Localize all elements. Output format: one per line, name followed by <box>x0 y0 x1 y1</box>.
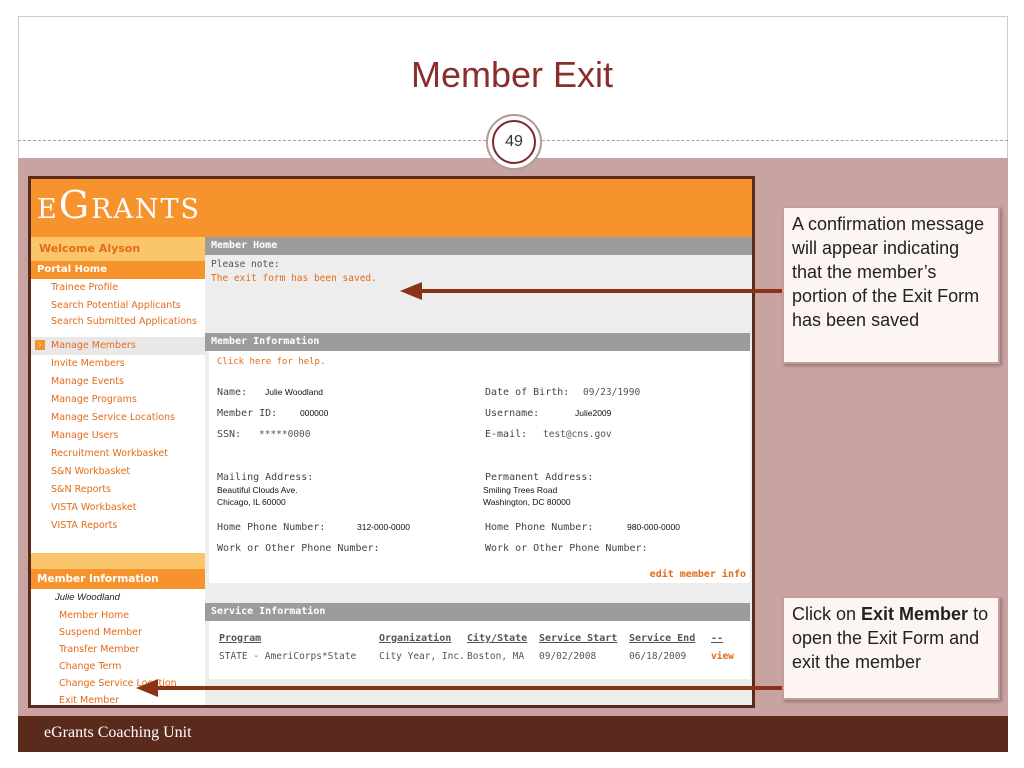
mailing-address-line2: Chicago, IL 60000 <box>217 497 286 507</box>
sidebar-item-sn-reports[interactable]: S&N Reports <box>31 481 205 499</box>
divider-right <box>542 140 1008 141</box>
ssn-value: *****0000 <box>259 429 311 440</box>
footer-text: eGrants Coaching Unit <box>44 724 192 741</box>
dob-value: 09/23/1990 <box>583 387 641 398</box>
member-item-exit-member[interactable]: Exit Member <box>31 692 205 705</box>
sidebar-item-invite-members[interactable]: Invite Members <box>31 355 205 373</box>
cell-service-start: 09/02/2008 <box>539 651 597 662</box>
sidebar-item-recruitment-workbasket[interactable]: Recruitment Workbasket <box>31 445 205 463</box>
main-content: Member Home Please note: The exit form h… <box>205 237 752 705</box>
note-label: Please note: <box>211 259 280 270</box>
divider-left <box>18 140 486 141</box>
sidebar-item-search-potential-applicants[interactable]: Search Potential Applicants <box>31 297 205 315</box>
permanent-home-phone-label: Home Phone Number: <box>485 522 594 533</box>
sidebar-item-manage-programs[interactable]: Manage Programs <box>31 391 205 409</box>
permanent-work-phone-label: Work or Other Phone Number: <box>485 543 648 554</box>
sidebar-item-sn-workbasket[interactable]: S&N Workbasket <box>31 463 205 481</box>
column-service-start[interactable]: Service Start <box>539 633 617 644</box>
sidebar-spacer-band <box>31 553 205 569</box>
page-number: 49 <box>492 120 536 164</box>
sidebar-item-vista-reports[interactable]: VISTA Reports <box>31 517 205 535</box>
member-item-transfer-member[interactable]: Transfer Member <box>31 641 205 658</box>
email-label: E-mail: <box>485 429 528 440</box>
member-info-title: Member Information <box>205 333 750 351</box>
sidebar-item-manage-service-locations[interactable]: Manage Service Locations <box>31 409 205 427</box>
home-phone-label: Home Phone Number: <box>217 522 326 533</box>
help-link[interactable]: Click here for help. <box>217 357 325 367</box>
permanent-address-line2: Washington, DC 80000 <box>483 497 571 507</box>
chevron-right-icon: › <box>35 340 45 350</box>
callout-exit-bold: Exit Member <box>861 604 969 624</box>
member-item-suspend-member[interactable]: Suspend Member <box>31 624 205 641</box>
sidebar-item-label: Manage Members <box>51 340 136 351</box>
arrow-to-confirmation <box>420 289 782 293</box>
confirmation-message: The exit form has been saved. <box>211 273 377 284</box>
sidebar-item-manage-users[interactable]: Manage Users <box>31 427 205 445</box>
username-value: Julie2009 <box>575 408 612 418</box>
ssn-label: SSN: <box>217 429 242 440</box>
name-label: Name: <box>217 387 248 398</box>
welcome-label: Welcome Alyson <box>31 237 205 261</box>
app-header: eGrants <box>31 179 752 237</box>
sidebar-item-vista-workbasket[interactable]: VISTA Workbasket <box>31 499 205 517</box>
email-value: test@cns.gov <box>543 429 612 440</box>
slide-title: Member Exit <box>410 54 614 95</box>
page-number-badge: 49 <box>486 114 542 170</box>
column-city-state[interactable]: City/State <box>467 633 527 644</box>
member-name: Julie Woodland <box>55 592 120 603</box>
callout-exit-prefix: Click on <box>792 604 862 624</box>
cell-city-state: Boston, MA <box>467 651 525 662</box>
cell-service-end: 06/18/2009 <box>629 651 687 662</box>
callout-exit-member: Click on Exit Member to open the Exit Fo… <box>782 596 1000 700</box>
member-id-value: 000000 <box>300 408 329 418</box>
member-item-change-term[interactable]: Change Term <box>31 658 205 675</box>
member-item-member-home[interactable]: Member Home <box>31 607 205 624</box>
service-info-title: Service Information <box>205 603 750 621</box>
service-info-panel <box>205 621 750 679</box>
sidebar-item-manage-members[interactable]: › Manage Members <box>31 337 205 355</box>
home-phone-value: 312-000-0000 <box>357 522 410 532</box>
arrow-to-exit-member <box>156 686 782 690</box>
work-phone-label: Work or Other Phone Number: <box>217 543 380 554</box>
permanent-home-phone-value: 980-000-0000 <box>627 522 680 532</box>
column-program[interactable]: Program <box>219 633 261 644</box>
dob-label: Date of Birth: <box>485 387 570 398</box>
edit-member-info-link[interactable]: edit member info <box>650 569 746 580</box>
sidebar-item-manage-events[interactable]: Manage Events <box>31 373 205 391</box>
portal-home-link[interactable]: Portal Home <box>31 261 205 279</box>
sidebar: Welcome Alyson Portal Home Trainee Profi… <box>31 237 205 705</box>
view-link[interactable]: view <box>711 651 734 662</box>
sidebar-item-search-submitted-applications[interactable]: Search Submitted Applications <box>31 315 205 337</box>
arrow-left-icon <box>136 679 158 697</box>
column-organization[interactable]: Organization <box>379 633 451 644</box>
column-service-end[interactable]: Service End <box>629 633 695 644</box>
callout-confirmation: A confirmation message will appear indic… <box>782 206 1000 364</box>
permanent-address-label: Permanent Address: <box>485 472 594 483</box>
mailing-address-label: Mailing Address: <box>217 472 314 483</box>
sidebar-item-trainee-profile[interactable]: Trainee Profile <box>31 279 205 297</box>
member-id-label: Member ID: <box>217 408 278 419</box>
name-value: Julie Woodland <box>265 387 323 397</box>
callout-confirmation-text: A confirmation message will appear indic… <box>792 214 985 330</box>
cell-program: STATE - AmeriCorps*State <box>219 651 357 662</box>
slide-footer: eGrants Coaching Unit <box>18 716 1008 752</box>
arrow-left-icon <box>400 282 422 300</box>
username-label: Username: <box>485 408 540 419</box>
member-home-title: Member Home <box>205 237 752 255</box>
cell-organization: City Year, Inc. <box>379 651 465 662</box>
permanent-address-line1: Smiling Trees Road <box>483 485 558 495</box>
egrants-logo: eGrants <box>37 183 202 227</box>
member-information-heading: Member Information <box>31 569 205 589</box>
mailing-address-line1: Beautiful Clouds Ave. <box>217 485 298 495</box>
egrants-app: eGrants Welcome Alyson Portal Home Train… <box>28 176 755 708</box>
column-actions[interactable]: -- <box>711 633 723 644</box>
